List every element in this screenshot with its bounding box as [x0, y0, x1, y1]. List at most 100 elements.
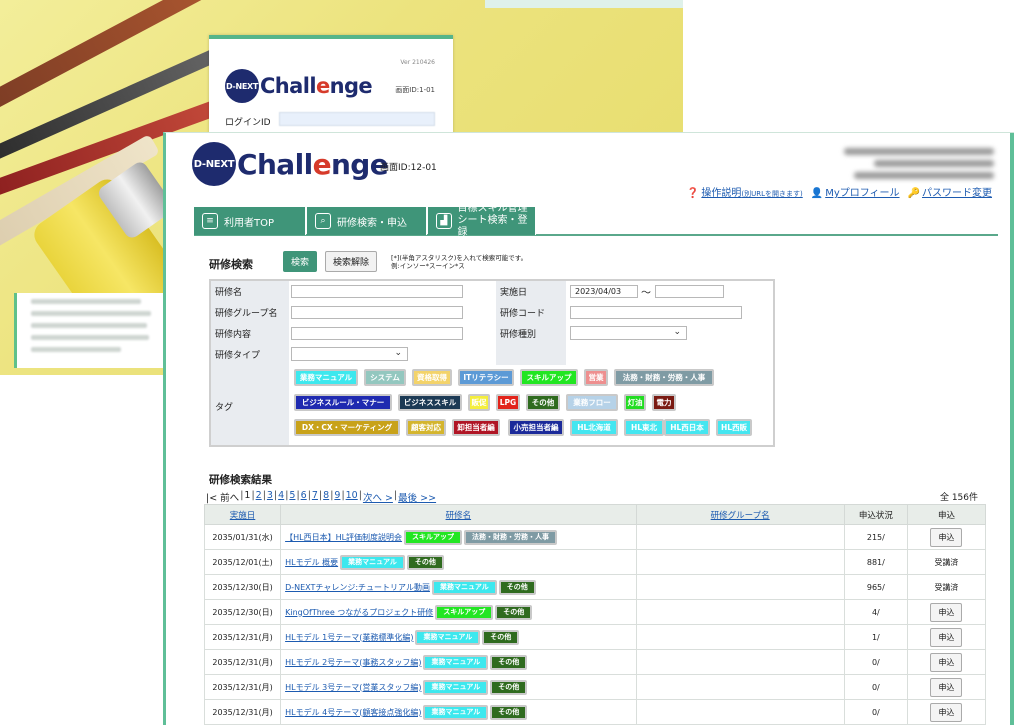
table-row: 2035/12/31(月) HLモデル 2号テーマ(事務スタッフ編) 業務マニュアル…	[203, 649, 987, 675]
tag-chip[interactable]: DX・CX・マーケティング	[294, 419, 400, 436]
date-range-tilde: 〜	[641, 288, 651, 299]
course-name-link[interactable]: HLモデル 2号テーマ(事務スタッフ編)	[285, 658, 421, 667]
login-card: Ver 210426 D-NEXT Challenge 画面ID:1-01 ログ…	[209, 35, 453, 135]
manual-link-group[interactable]: ❓ 操作説明(別URLを開きます)	[687, 184, 803, 199]
content-input[interactable]	[291, 327, 463, 340]
tag-chip[interactable]: 卸担当者編	[452, 419, 500, 436]
col-name[interactable]: 研修名	[280, 504, 637, 525]
category-select[interactable]: ⌄	[570, 326, 687, 340]
tag-chip[interactable]: 法務・財務・労務・人事	[614, 369, 714, 386]
profile-link[interactable]: Myプロフィール	[825, 188, 899, 199]
tag-chip[interactable]: HL西日本	[664, 419, 710, 436]
pager-page-link[interactable]: 2	[256, 490, 262, 504]
apply-button[interactable]: 申込	[930, 702, 963, 722]
date-to-input[interactable]	[655, 285, 724, 298]
course-name-link[interactable]: 【HL西日本】HL評価制度説明会	[285, 533, 402, 542]
tag-chip[interactable]: ITリテラシー	[458, 369, 514, 386]
course-name-input[interactable]	[291, 285, 463, 298]
profile-link-group[interactable]: 👤 Myプロフィール	[811, 184, 900, 199]
row-name-cell: HLモデル 4号テーマ(顧客接点強化編) 業務マニュアル その他	[280, 699, 637, 725]
manual-link-note[interactable]: (別URLを開きます)	[741, 190, 802, 198]
tag-chip[interactable]: 顧客対応	[406, 419, 446, 436]
pager-separator: |	[330, 490, 334, 501]
row-tag: その他	[406, 554, 444, 570]
row-name-cell: HLモデル 3号テーマ(営業スタッフ編) 業務マニュアル その他	[280, 674, 637, 700]
tag-chip[interactable]: ビジネスルール・マナー	[294, 394, 392, 411]
manual-link[interactable]: 操作説明	[701, 188, 741, 199]
row-date: 2035/12/31(月)	[203, 649, 282, 675]
pager-last[interactable]: 最後 >>	[398, 490, 436, 504]
row-group	[635, 599, 845, 625]
row-tag: その他	[490, 679, 528, 695]
col-group[interactable]: 研修グループ名	[635, 504, 845, 525]
pager-page-link[interactable]: 3	[267, 490, 273, 504]
tag-chip[interactable]: 小売担当者編	[508, 419, 564, 436]
pager-page-link[interactable]: 4	[278, 490, 284, 504]
pager-next[interactable]: 次へ >	[363, 490, 393, 504]
course-name-link[interactable]: HLモデル 4号テーマ(顧客接点強化編)	[285, 708, 421, 717]
apply-button[interactable]: 申込	[930, 627, 963, 647]
tag-chip[interactable]: 販促	[468, 394, 490, 411]
pager-page-link[interactable]: 6	[301, 490, 307, 504]
row-apply-cell: 申込	[906, 649, 987, 675]
table-row: 2035/12/01(土) HLモデル 概要 業務マニュアル その他 881/受講済	[203, 549, 987, 575]
login-id-field[interactable]	[279, 112, 435, 126]
row-date: 2035/12/30(日)	[203, 599, 282, 625]
apply-button[interactable]: 申込	[930, 677, 963, 697]
row-date: 2035/12/31(月)	[203, 674, 282, 700]
tab-course-search[interactable]: ⌕ 研修検索・申込	[307, 207, 427, 235]
pager-page-link[interactable]: 5	[289, 490, 295, 504]
tag-chip[interactable]: 営業	[584, 369, 608, 386]
tab-skill-sheet[interactable]: ▟ 目標スキル管理 シート検索・登録	[428, 203, 536, 238]
type-select[interactable]: ⌄	[291, 347, 408, 361]
apply-button[interactable]: 申込	[930, 652, 963, 672]
course-name-link[interactable]: KingOfThree つながるプロジェクト研修	[285, 608, 433, 617]
pager-page-link[interactable]: 8	[323, 490, 329, 504]
tag-chip[interactable]: その他	[526, 394, 560, 411]
row-apply-cell: 申込	[906, 699, 987, 725]
tag-chip[interactable]: HL東北	[624, 419, 664, 436]
apply-button[interactable]: 申込	[930, 527, 963, 547]
tag-chip[interactable]: HL北海道	[570, 419, 618, 436]
pager-page-link[interactable]: 9	[334, 490, 340, 504]
table-row: 2035/12/30(日) D-NEXTチャレンジ:チュートリアル動画 業務マニュア…	[203, 574, 987, 600]
apply-button[interactable]: 申込	[930, 602, 963, 622]
row-name-cell: HLモデル 2号テーマ(事務スタッフ編) 業務マニュアル その他	[280, 649, 637, 675]
clear-search-button[interactable]: 検索解除	[325, 251, 378, 272]
row-tag: 業務マニュアル	[423, 679, 489, 695]
course-name-link[interactable]: HLモデル 3号テーマ(営業スタッフ編)	[285, 683, 421, 692]
search-hint: [*](半角アスタリスク)を入れて検索可能です。 例:インソー*スーイン*ス	[391, 253, 528, 270]
pager-page-link[interactable]: 10	[346, 490, 358, 504]
tag-chip[interactable]: ビジネススキル	[398, 394, 462, 411]
tag-chip[interactable]: 電力	[652, 394, 676, 411]
row-apply-cell: 申込	[906, 674, 987, 700]
course-name-link[interactable]: D-NEXTチャレンジ:チュートリアル動画	[285, 583, 430, 592]
code-input[interactable]	[570, 306, 742, 319]
tag-chip[interactable]: 灯油	[624, 394, 646, 411]
password-link-group[interactable]: 🔑 パスワード変更	[908, 184, 992, 199]
tab-user-top[interactable]: ≡ 利用者TOP	[194, 207, 306, 235]
date-from-input[interactable]: 2023/04/03	[570, 285, 638, 298]
tag-chip[interactable]: システム	[364, 369, 406, 386]
tag-chip[interactable]: スキルアップ	[520, 369, 578, 386]
user-icon: 👤	[810, 188, 824, 199]
tag-chip[interactable]: 業務マニュアル	[294, 369, 358, 386]
password-change-link[interactable]: パスワード変更	[922, 188, 992, 199]
row-status: 4/	[843, 599, 908, 625]
tag-chip[interactable]: HL西販	[716, 419, 752, 436]
col-apply: 申込	[906, 504, 987, 525]
row-name-cell: HLモデル 1号テーマ(業務標準化編) 業務マニュアル その他	[280, 624, 637, 650]
row-apply-cell: 受講済	[906, 549, 987, 575]
content-label: 研修内容	[211, 323, 289, 343]
col-date[interactable]: 実施日	[203, 504, 282, 525]
tab-label: 研修検索・申込	[337, 217, 407, 229]
d-next-badge: D-NEXT	[225, 69, 259, 103]
tag-chip[interactable]: 資格取得	[412, 369, 452, 386]
tag-chip[interactable]: LPG	[496, 394, 520, 411]
pager-page-link[interactable]: 7	[312, 490, 318, 504]
tag-chip[interactable]: 業務フロー	[566, 394, 618, 411]
course-name-link[interactable]: HLモデル 1号テーマ(業務標準化編)	[285, 633, 413, 642]
group-name-input[interactable]	[291, 306, 463, 319]
search-button[interactable]: 検索	[283, 251, 318, 272]
course-name-link[interactable]: HLモデル 概要	[285, 558, 338, 567]
